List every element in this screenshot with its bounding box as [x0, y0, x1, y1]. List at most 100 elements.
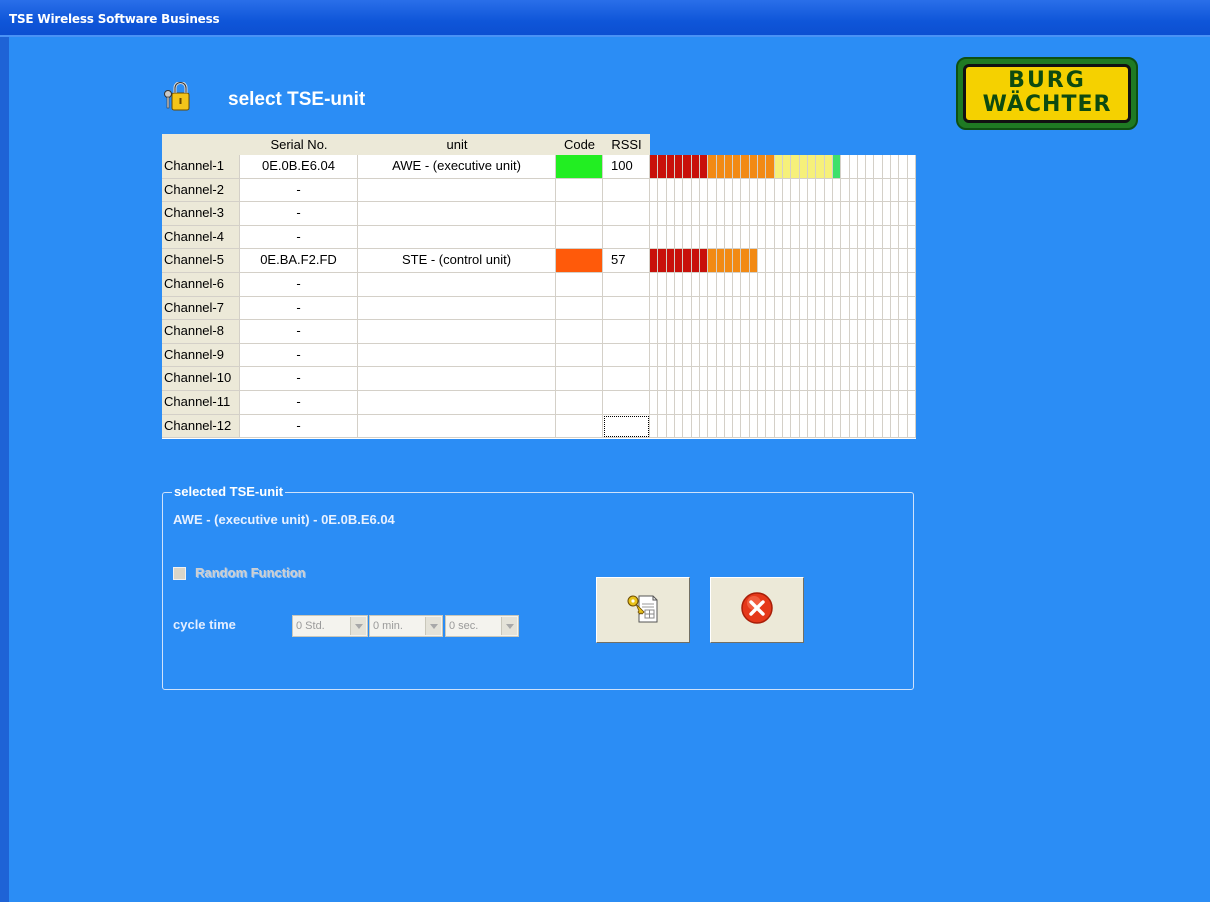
minutes-value: 0 min. [373, 620, 403, 632]
signal-segment [800, 296, 808, 320]
unit-cell[interactable] [358, 273, 556, 297]
rssi-cell[interactable] [603, 414, 650, 439]
table-row[interactable]: Channel-4- [162, 225, 916, 250]
confirm-button[interactable] [596, 577, 690, 643]
table-row[interactable]: Channel-7- [162, 296, 916, 321]
table-row[interactable]: Channel-11- [162, 391, 916, 415]
table-row[interactable]: Channel-8- [162, 320, 916, 344]
signal-segment [850, 414, 858, 438]
table-row[interactable]: Channel-3- [162, 202, 916, 226]
rssi-cell[interactable] [603, 178, 650, 203]
serial-cell[interactable]: - [240, 296, 358, 321]
rssi-cell[interactable] [603, 296, 650, 321]
key-document-icon [625, 590, 661, 631]
column-header-unit[interactable]: unit [358, 134, 556, 155]
signal-segment [833, 249, 842, 272]
signal-segment [667, 320, 675, 343]
unit-cell[interactable] [358, 202, 556, 226]
signal-segment [775, 296, 783, 320]
signal-segment [791, 155, 800, 178]
code-cell[interactable] [556, 202, 603, 226]
unit-cell[interactable]: AWE - (executive unit) [358, 155, 556, 179]
serial-cell[interactable]: 0E.BA.F2.FD [240, 249, 358, 273]
unit-cell[interactable] [358, 367, 556, 391]
rssi-cell[interactable] [603, 367, 650, 391]
serial-cell[interactable]: - [240, 273, 358, 297]
signal-segment [866, 414, 875, 438]
code-cell[interactable] [556, 343, 603, 368]
unit-cell[interactable] [358, 296, 556, 321]
rssi-cell[interactable] [603, 320, 650, 344]
random-function-label[interactable]: Random Function [195, 565, 306, 580]
table-row[interactable]: Channel-10- [162, 367, 916, 391]
serial-cell[interactable]: 0E.0B.E6.04 [240, 155, 358, 179]
rssi-cell[interactable]: 57 [603, 249, 650, 273]
cancel-button[interactable] [710, 577, 804, 643]
table-row[interactable]: Channel-12- [162, 414, 916, 439]
code-cell[interactable] [556, 225, 603, 250]
column-header-code[interactable]: Code [556, 134, 603, 155]
unit-cell[interactable]: STE - (control unit) [358, 249, 556, 273]
random-function-checkbox[interactable] [173, 567, 186, 580]
unit-cell[interactable] [358, 225, 556, 250]
hours-select[interactable]: 0 Std. [292, 615, 368, 637]
table-row[interactable]: Channel-9- [162, 343, 916, 368]
unit-cell[interactable] [358, 178, 556, 203]
code-cell[interactable] [556, 249, 603, 273]
table-row[interactable]: Channel-5 0E.BA.F2.FD STE - (control unit)… [162, 249, 916, 273]
code-cell[interactable] [556, 320, 603, 344]
unit-cell[interactable] [358, 343, 556, 368]
signal-segment [808, 225, 817, 249]
serial-cell[interactable]: - [240, 414, 358, 439]
code-cell[interactable] [556, 273, 603, 297]
signal-segment [833, 320, 842, 343]
signal-segment [741, 391, 750, 414]
signal-segment [833, 414, 842, 438]
signal-segment [899, 320, 908, 343]
column-header-serial[interactable]: Serial No. [240, 134, 358, 155]
code-cell[interactable] [556, 391, 603, 415]
signal-segment [775, 202, 783, 225]
serial-cell[interactable]: - [240, 367, 358, 391]
rssi-cell[interactable] [603, 391, 650, 415]
table-row[interactable]: Channel-6- [162, 273, 916, 297]
code-cell[interactable] [556, 367, 603, 391]
serial-cell[interactable]: - [240, 343, 358, 368]
table-row[interactable]: Channel-2- [162, 178, 916, 203]
seconds-select[interactable]: 0 sec. [445, 615, 519, 637]
signal-segment [725, 414, 734, 438]
serial-cell[interactable]: - [240, 202, 358, 226]
signal-segment [825, 202, 833, 225]
channel-grid[interactable]: Serial No. unit Code RSSI Channel-1 0E.0B… [162, 134, 916, 439]
signal-segment [750, 343, 759, 367]
rssi-cell[interactable] [603, 225, 650, 250]
serial-cell[interactable]: - [240, 225, 358, 250]
serial-cell[interactable]: - [240, 391, 358, 415]
signal-segment [675, 296, 684, 320]
signal-segment [899, 296, 908, 320]
signal-segment [783, 367, 792, 390]
code-cell[interactable] [556, 178, 603, 203]
rssi-cell[interactable] [603, 273, 650, 297]
unit-cell[interactable] [358, 414, 556, 439]
unit-cell[interactable] [358, 320, 556, 344]
rssi-cell[interactable]: 100 [603, 155, 650, 179]
unit-cell[interactable] [358, 391, 556, 415]
code-cell[interactable] [556, 414, 603, 439]
column-header-rssi[interactable]: RSSI [603, 134, 650, 155]
signal-segment [758, 296, 767, 320]
chevron-down-icon[interactable] [350, 617, 366, 635]
minutes-select[interactable]: 0 min. [369, 615, 443, 637]
rssi-cell[interactable] [603, 202, 650, 226]
serial-cell[interactable]: - [240, 320, 358, 344]
code-cell[interactable] [556, 296, 603, 321]
signal-segment [833, 225, 842, 249]
code-cell[interactable] [556, 155, 603, 179]
signal-segment [774, 155, 783, 178]
rssi-cell[interactable] [603, 343, 650, 368]
table-row[interactable]: Channel-1 0E.0B.E6.04 AWE - (executive uni… [162, 155, 916, 179]
chevron-down-icon[interactable] [501, 617, 517, 635]
signal-segment [908, 296, 916, 320]
chevron-down-icon[interactable] [425, 617, 441, 635]
serial-cell[interactable]: - [240, 178, 358, 203]
